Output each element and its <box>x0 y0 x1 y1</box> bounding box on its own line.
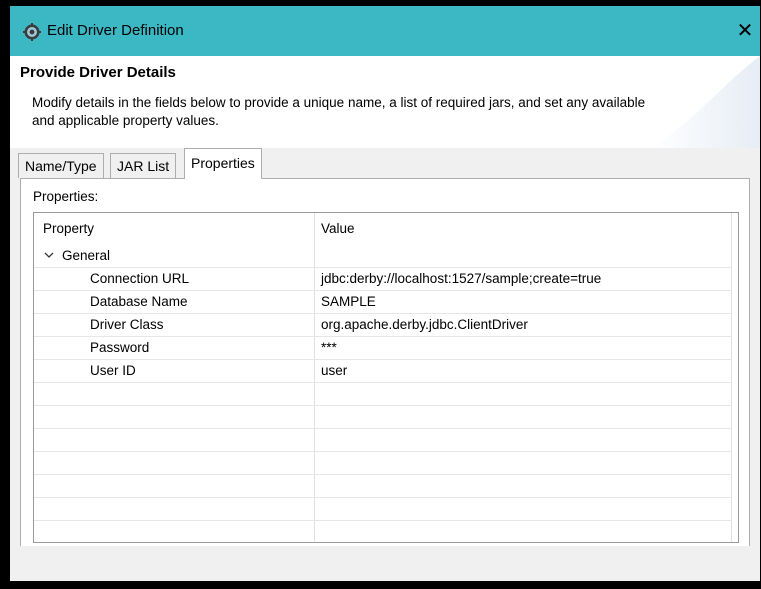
button-bar <box>10 546 760 581</box>
table-row[interactable]: Password *** <box>34 337 732 360</box>
window-title: Edit Driver Definition <box>47 22 184 39</box>
column-header-value[interactable]: Value <box>321 221 355 236</box>
properties-panel: Properties: Property Value General Conne… <box>20 178 750 548</box>
tab-container: Name/Type JAR List Properties Properties… <box>10 148 760 581</box>
gear-icon <box>23 23 41 41</box>
wizard-header: Provide Driver Details Modify details in… <box>10 56 760 148</box>
dialog-window: Edit Driver Definition ✕ Provide Driver … <box>0 0 761 589</box>
property-name: Database Name <box>90 294 188 309</box>
page-description: Modify details in the fields below to pr… <box>32 95 646 128</box>
property-value[interactable]: user <box>321 363 347 378</box>
table-header: Property Value <box>34 213 738 245</box>
chevron-down-icon[interactable] <box>43 248 55 262</box>
table-row[interactable]: Connection URL jdbc:derby://localhost:15… <box>34 268 732 291</box>
empty-row <box>34 521 732 542</box>
tab-properties[interactable]: Properties <box>184 148 262 179</box>
property-value[interactable]: org.apache.derby.jdbc.ClientDriver <box>321 317 528 332</box>
group-label: General <box>62 248 111 263</box>
table-row[interactable]: Driver Class org.apache.derby.jdbc.Clien… <box>34 314 732 337</box>
property-value[interactable]: *** <box>321 340 337 355</box>
table-row[interactable]: User ID user <box>34 360 732 383</box>
empty-row <box>34 475 732 498</box>
property-value[interactable]: SAMPLE <box>321 294 376 309</box>
table-row[interactable]: Database Name SAMPLE <box>34 291 732 314</box>
column-header-property[interactable]: Property <box>43 221 94 236</box>
tab-name-type[interactable]: Name/Type <box>18 153 104 178</box>
close-icon[interactable]: ✕ <box>730 16 760 46</box>
property-value[interactable]: jdbc:derby://localhost:1527/sample;creat… <box>321 271 601 286</box>
property-name: Driver Class <box>90 317 164 332</box>
page-title: Provide Driver Details <box>20 64 176 81</box>
title-bar[interactable]: Edit Driver Definition ✕ <box>10 6 760 56</box>
properties-label: Properties: <box>33 189 99 204</box>
property-name: User ID <box>90 363 136 378</box>
property-name: Password <box>90 340 150 355</box>
properties-table[interactable]: Property Value General Connection URL jd… <box>33 212 739 543</box>
empty-row <box>34 498 732 521</box>
tab-jar-list[interactable]: JAR List <box>110 153 177 178</box>
empty-row <box>34 406 732 429</box>
property-name: Connection URL <box>90 271 190 286</box>
empty-row <box>34 452 732 475</box>
empty-row <box>34 383 732 406</box>
group-row-general[interactable]: General <box>34 245 732 268</box>
empty-row <box>34 429 732 452</box>
